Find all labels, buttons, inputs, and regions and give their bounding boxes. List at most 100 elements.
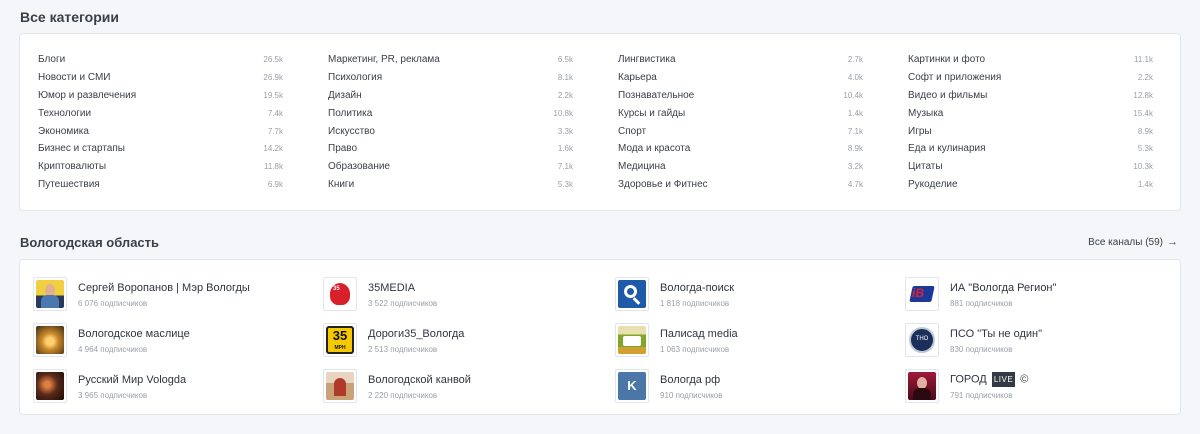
channel-item[interactable]: 35 МРН Дороги35_Вологда 2 513 подписчиков — [323, 317, 603, 363]
category-name: Лингвистика — [618, 54, 676, 66]
channel-item[interactable]: Вологодское маслице 4 964 подписчиков — [33, 317, 313, 363]
category-item[interactable]: Образование 7.1k — [328, 158, 573, 176]
church-photo-icon — [323, 369, 357, 403]
channel-info: Русский Мир Vologda 3 965 подписчиков — [78, 373, 186, 400]
category-item[interactable]: Искусство 3.3k — [328, 122, 573, 140]
channel-item[interactable]: ТНО ПСО "Ты не один" 830 подписчиков — [905, 317, 1185, 363]
channel-name: ГОРОД LIVE © — [950, 372, 1028, 388]
channels-card: Сергей Воропанов | Мэр Вологды 6 076 подп… — [19, 259, 1181, 415]
category-item[interactable]: Юмор и развлечения 19.5k — [38, 87, 283, 105]
channel-name: Вологда-поиск — [660, 281, 735, 294]
channel-name: Русский Мир Vologda — [78, 373, 187, 386]
channel-name: ИА "Вологда Регион" — [950, 281, 1057, 294]
channel-item[interactable]: ГОРОД LIVE © 791 подписчиков — [905, 363, 1185, 409]
category-name: Бизнес и стартапы — [38, 143, 125, 155]
category-item[interactable]: Спорт 7.1k — [618, 122, 863, 140]
category-name: Познавательное — [618, 89, 695, 101]
category-item[interactable]: Видео и фильмы 12.8k — [908, 87, 1153, 105]
category-item[interactable]: Право 1.6k — [328, 140, 573, 158]
category-count: 3.3k — [557, 126, 573, 136]
category-item[interactable]: Софт и приложения 2.2k — [908, 69, 1153, 87]
category-item[interactable]: Цитаты 10.3k — [908, 158, 1153, 176]
channel-subscribers: 881 подписчиков — [950, 298, 1013, 308]
channel-info: ИА "Вологда Регион" 881 подписчиков — [950, 281, 1056, 308]
channel-item[interactable]: 35 35MEDIA 3 522 подписчиков — [323, 271, 603, 317]
channel-item[interactable]: Палисад media 1 063 подписчиков — [615, 317, 895, 363]
channel-info: Вологда рф 910 подписчиков — [660, 373, 722, 400]
road-sign-35-icon: 35 МРН — [323, 323, 357, 357]
category-item[interactable]: Медицина 3.2k — [618, 158, 863, 176]
category-name: Политика — [328, 107, 373, 119]
category-item[interactable]: Путешествия 6.9k — [38, 176, 283, 194]
channel-item[interactable]: Вологда-поиск 1 818 подписчиков — [615, 271, 895, 317]
channel-subscribers: 6 076 подписчиков — [78, 298, 148, 308]
category-count: 19.5k — [263, 90, 283, 100]
category-item[interactable]: Дизайн 2.2k — [328, 87, 573, 105]
category-item[interactable]: Психология 8.1k — [328, 69, 573, 87]
category-count: 10.4k — [843, 90, 863, 100]
category-item[interactable]: Еда и кулинария 5.3k — [908, 140, 1153, 158]
channel-item[interactable]: K Вологда рф 910 подписчиков — [615, 363, 895, 409]
palisad-logo-icon — [615, 323, 649, 357]
category-count: 7.7k — [267, 126, 283, 136]
category-count: 6.5k — [557, 55, 573, 65]
category-name: Блоги — [38, 54, 66, 66]
channel-column: 35 35MEDIA 3 522 подписчиков 35 МРН Дороги35_… — [323, 271, 603, 409]
category-column: Блоги 26.5k Новости и СМИ 26.9k Юмор и развл… — [38, 51, 283, 193]
category-count: 11.1k — [1134, 55, 1153, 65]
category-item[interactable]: Здоровье и Фитнес 4.7k — [618, 176, 863, 194]
category-item[interactable]: Новости и СМИ 26.9k — [38, 69, 283, 87]
category-item[interactable]: Экономика 7.7k — [38, 122, 283, 140]
person-portrait-icon — [33, 277, 67, 311]
channel-subscribers: 1 818 подписчиков — [660, 298, 730, 308]
category-count: 2.2k — [1137, 73, 1153, 83]
channel-item[interactable]: iB ИА "Вологда Регион" 881 подписчиков — [905, 271, 1185, 317]
category-item[interactable]: Карьера 4.0k — [618, 69, 863, 87]
category-name: Новости и СМИ — [38, 72, 111, 84]
categories-title: Все категории — [20, 9, 119, 25]
region-title: Вологодская область — [20, 235, 160, 250]
category-item[interactable]: Маркетинг, PR, реклама 6.5k — [328, 51, 573, 69]
channel-name: Вологда рф — [660, 373, 721, 386]
category-name: Психология — [328, 72, 383, 84]
channel-name-prefix: ГОРОД — [950, 373, 987, 386]
category-item[interactable]: Лингвистика 2.7k — [618, 51, 863, 69]
category-item[interactable]: Игры 8.9k — [908, 122, 1153, 140]
channel-subscribers: 3 522 подписчиков — [368, 298, 438, 308]
category-name: Картинки и фото — [908, 54, 986, 66]
channel-subscribers: 910 подписчиков — [660, 390, 723, 400]
channel-name: ПСО "Ты не один" — [950, 327, 1042, 340]
category-item[interactable]: Технологии 7.4k — [38, 104, 283, 122]
channel-column: iB ИА "Вологда Регион" 881 подписчиков ТНО П… — [905, 271, 1185, 409]
category-item[interactable]: Картинки и фото 11.1k — [908, 51, 1153, 69]
channel-info: ГОРОД LIVE © 791 подписчиков — [950, 372, 1028, 400]
channel-name: 35MEDIA — [368, 281, 416, 294]
category-item[interactable]: Криптовалюты 11.8k — [38, 158, 283, 176]
category-item[interactable]: Мода и красота 8.9k — [618, 140, 863, 158]
category-count: 1.4k — [1137, 179, 1153, 189]
channel-item[interactable]: Сергей Воропанов | Мэр Вологды 6 076 подп… — [33, 271, 313, 317]
category-name: Мода и красота — [618, 143, 691, 155]
channel-item[interactable]: Русский Мир Vologda 3 965 подписчиков — [33, 363, 313, 409]
category-name: Дизайн — [328, 89, 362, 101]
category-item[interactable]: Рукоделие 1.4k — [908, 176, 1153, 194]
category-count: 5.3k — [557, 179, 573, 189]
category-count: 12.8k — [1133, 90, 1153, 100]
category-item[interactable]: Книги 5.3k — [328, 176, 573, 194]
category-item[interactable]: Музыка 15.4k — [908, 104, 1153, 122]
category-item[interactable]: Политика 10.8k — [328, 104, 573, 122]
all-channels-link[interactable]: Все каналы (59) → — [1088, 236, 1178, 248]
category-name: Софт и приложения — [908, 72, 1002, 84]
channel-subscribers: 1 063 подписчиков — [660, 344, 730, 354]
channel-info: ПСО "Ты не один" 830 подписчиков — [950, 327, 1042, 354]
channel-item[interactable]: Вологодской канвой 2 220 подписчиков — [323, 363, 603, 409]
category-item[interactable]: Бизнес и стартапы 14.2k — [38, 140, 283, 158]
channel-subscribers: 2 220 подписчиков — [368, 390, 438, 400]
dark-photo-icon — [33, 369, 67, 403]
category-name: Право — [328, 143, 358, 155]
category-item[interactable]: Познавательное 10.4k — [618, 87, 863, 105]
category-count: 5.3k — [1137, 144, 1153, 154]
category-item[interactable]: Курсы и гайды 1.4k — [618, 104, 863, 122]
channel-info: Палисад media 1 063 подписчиков — [660, 327, 738, 354]
category-item[interactable]: Блоги 26.5k — [38, 51, 283, 69]
